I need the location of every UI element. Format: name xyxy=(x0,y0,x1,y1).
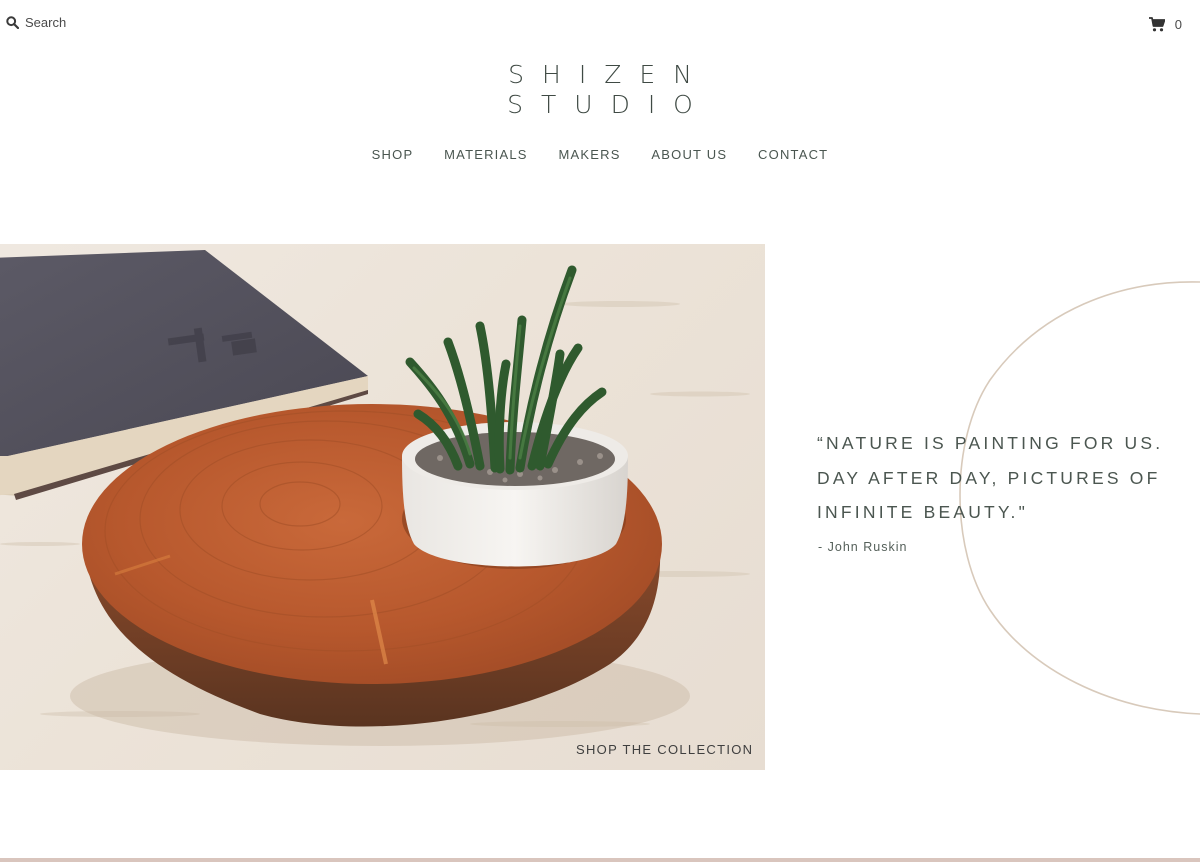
nav-item-shop[interactable]: SHOP xyxy=(372,147,414,162)
search-icon xyxy=(6,16,19,29)
cart-icon xyxy=(1148,17,1165,32)
quote-line-3: INFINITE BEAUTY." xyxy=(817,502,1029,522)
quote-author: - John Ruskin xyxy=(818,540,908,554)
shop-the-collection-link[interactable]: SHOP THE COLLECTION xyxy=(576,742,753,757)
nav-item-materials[interactable]: MATERIALS xyxy=(444,147,528,162)
cart-count: 0 xyxy=(1174,17,1182,32)
logo-line-1: SHIZEN xyxy=(508,60,710,89)
nav-item-about-us[interactable]: ABOUT US xyxy=(651,147,727,162)
search-button[interactable]: Search xyxy=(6,15,66,30)
footer-divider xyxy=(0,858,1200,862)
search-label: Search xyxy=(25,15,67,30)
nav-item-contact[interactable]: CONTACT xyxy=(758,147,828,162)
main-nav: SHOP MATERIALS MAKERS ABOUT US CONTACT xyxy=(0,147,1200,162)
site-logo[interactable]: SHIZEN STUDIO xyxy=(0,60,1200,120)
featured-quote: “NATURE IS PAINTING FOR US. DAY AFTER DA… xyxy=(817,426,1187,530)
nav-item-makers[interactable]: MAKERS xyxy=(558,147,620,162)
cart-button[interactable]: 0 xyxy=(1148,17,1182,32)
quote-line-2: DAY AFTER DAY, PICTURES OF xyxy=(817,467,1161,488)
hero-image[interactable] xyxy=(0,244,765,770)
logo-line-2: STUDIO xyxy=(507,90,711,119)
hero-product-illustration xyxy=(0,250,750,746)
quote-line-1: “NATURE IS PAINTING FOR US. xyxy=(817,433,1164,453)
